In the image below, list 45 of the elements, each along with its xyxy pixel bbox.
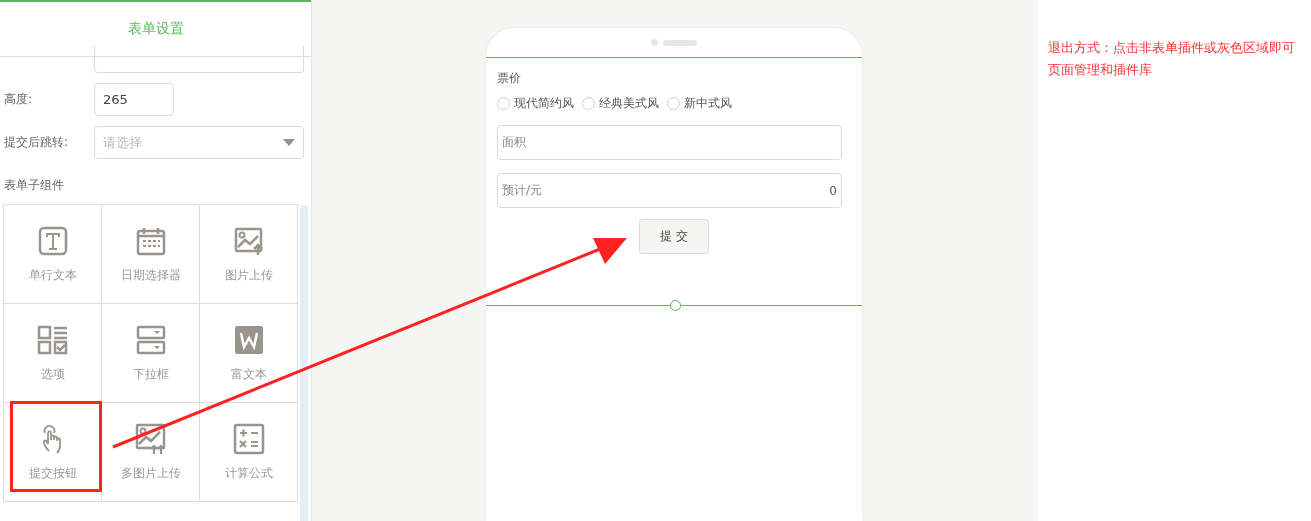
input-field[interactable]: 预计/元 0 (497, 173, 842, 208)
component-label: 下拉框 (132, 365, 169, 383)
dropdown-caret-icon (283, 139, 295, 146)
component-tile[interactable]: 下拉框 (102, 304, 200, 403)
group-label: 票价 (497, 70, 522, 87)
component-label: 日期选择器 (120, 266, 181, 284)
input-field[interactable] (94, 45, 304, 73)
hint-text: 退出方式：点击非表单插件或灰色区域即可 (1048, 39, 1296, 57)
component-tile[interactable]: 多图片上传 (102, 403, 200, 502)
speaker-bar (663, 39, 697, 46)
component-label: 多图片上传 (120, 464, 181, 482)
component-tile[interactable]: 计算公式 (200, 403, 298, 502)
component-label: 图片上传 (224, 266, 273, 284)
component-label: 富文本 (230, 365, 267, 383)
component-label: 计算公式 (224, 464, 273, 482)
calculator-icon (232, 422, 265, 455)
letter-w-icon (232, 323, 265, 356)
text-icon (36, 224, 69, 257)
camera-dot (651, 39, 658, 46)
component-tile[interactable]: 提交按钮 (4, 403, 102, 502)
resize-handle[interactable] (670, 300, 681, 311)
component-label: 提交按钮 (28, 464, 77, 482)
scrollbar[interactable] (300, 205, 308, 521)
image-upload-icon (134, 422, 167, 455)
height-input[interactable]: 265 (94, 83, 174, 116)
input-field[interactable]: 面积 (497, 125, 842, 160)
radio-label: 现代简约风 (514, 95, 574, 112)
component-tile[interactable]: 图片上传 (200, 205, 298, 304)
select-field[interactable]: 请选择 (94, 126, 304, 159)
field-label: 提交后跳转: (4, 134, 70, 151)
radio-label: 经典美式风 (599, 95, 659, 112)
component-tile[interactable]: 富文本 (200, 304, 298, 403)
component-label: 选项 (40, 365, 65, 383)
component-tile[interactable]: 日期选择器 (102, 205, 200, 304)
checklist-icon (36, 323, 69, 356)
dropdown-icon (134, 323, 167, 356)
panel-title: 表单设置 (0, 0, 311, 57)
component-label: 单行文本 (28, 266, 77, 284)
field-label: 高度: (4, 91, 34, 108)
section-title: 表单子组件 (4, 177, 65, 194)
component-tile[interactable]: 选项 (4, 304, 102, 403)
radio-label: 新中式风 (684, 95, 732, 112)
submit-button[interactable]: 提 交 (639, 219, 709, 254)
component-tile[interactable]: 单行文本 (4, 205, 102, 304)
hint-text: 页面管理和插件库 (1048, 61, 1153, 79)
